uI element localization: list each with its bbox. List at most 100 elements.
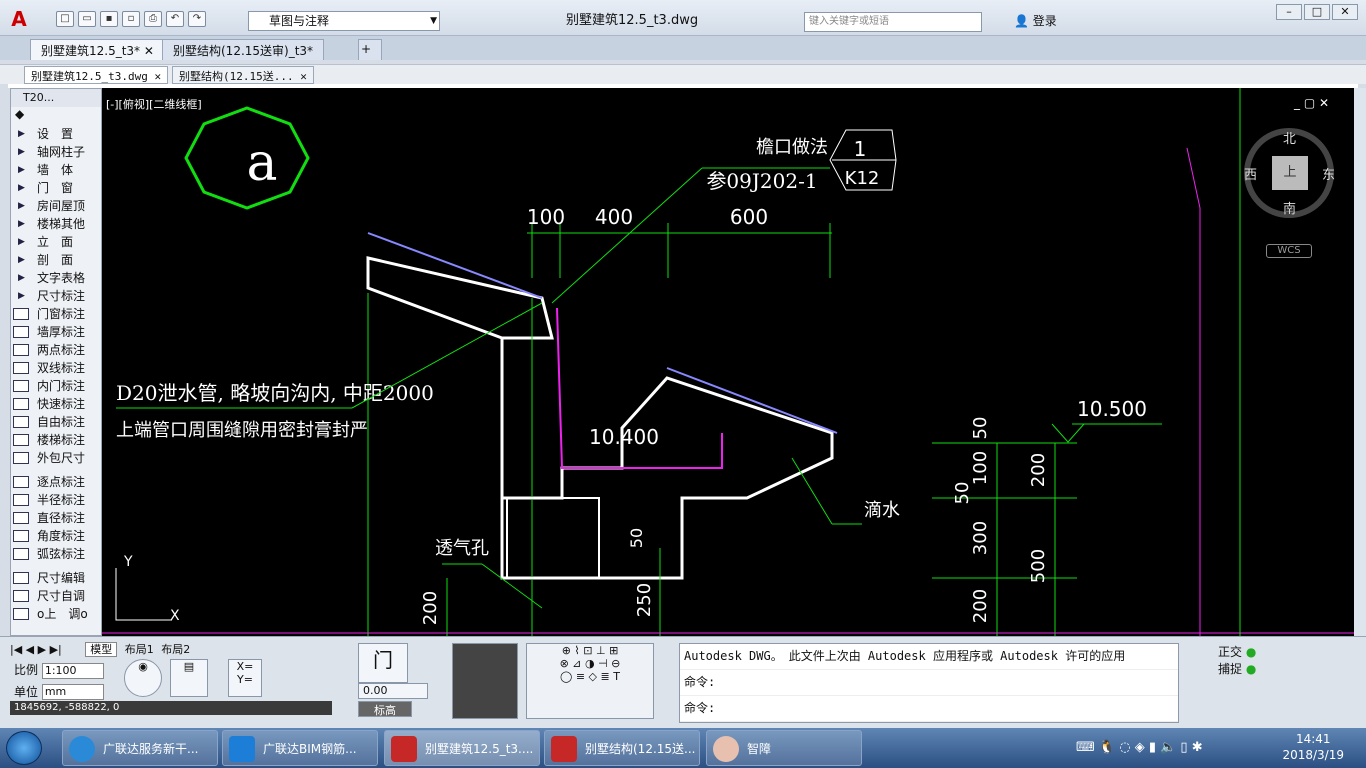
dim-right: 200 [970,589,991,623]
drawing-tab-1[interactable]: 别墅建筑12.5_t3.dwg ✕ [24,66,169,84]
dim-tool-b-0[interactable]: 逐点标注 [11,473,101,491]
viewcube-top[interactable]: 上 [1272,156,1308,190]
elevation-input[interactable]: 0.00 [358,683,428,699]
drip-label: 滴水 [864,500,900,521]
file-tab-2[interactable]: 别墅结构(12.15送审)_t3* [162,39,325,60]
dim-tool-0[interactable]: 门窗标注 [11,305,101,323]
workspace-dropdown[interactable]: 草图与注释 ▼ [248,11,440,31]
globe-icon[interactable]: ◉ [124,659,162,697]
menu-item-0[interactable]: ▶ 设 置 [11,125,101,143]
dim-tool-5[interactable]: 快速标注 [11,395,101,413]
bottom-panel: |◀ ◀ ▶ ▶| 模型 布局1 布局2 比例 1:100 单位 mm ◉ ▤ … [0,636,1366,728]
dim-tool-6[interactable]: 自由标注 [11,413,101,431]
new-file-icon[interactable]: □ [56,11,74,27]
minimize-icon[interactable]: – [1276,4,1302,20]
tab-layout1[interactable]: 布局1 [125,643,154,656]
dim-tool-4[interactable]: 内门标注 [11,377,101,395]
dimension-tool-icon [13,344,29,356]
search-input[interactable]: 键入关键字或短语 [804,12,982,32]
menu-item-6[interactable]: ▶ 立 面 [11,233,101,251]
dim-right: 50 [952,482,973,505]
login-button[interactable]: 👤 登录 [1014,12,1057,29]
menu-item-3[interactable]: ▶ 门 窗 [11,179,101,197]
close-icon[interactable]: ✕ [1332,4,1358,20]
drawing-tab-2[interactable]: 别墅结构(12.15送... ✕ [172,66,314,84]
menu-item-1[interactable]: ▶ 轴网柱子 [11,143,101,161]
viewcube-south[interactable]: 南 [1283,198,1296,217]
system-tray[interactable]: ⌨ 🐧 ◌ ◈ ▮ 🔈 ▯ ✱ [1076,740,1203,755]
task-chat[interactable]: 智障 [706,730,862,766]
task-autocad-struct[interactable]: 别墅结构(12.15送... [544,730,700,766]
vertical-scrollbar[interactable] [1354,88,1366,636]
elevation-label[interactable]: 标高 [358,701,412,717]
tool-grid-icon[interactable]: ⊕ ⌇ ⊡ ⊥ ⊞ ⊗ ⊿ ◑ ⊣ ⊖ ◯ ≡ ◇ ≣ T [526,643,654,719]
start-button[interactable] [6,731,42,765]
menu-item-8[interactable]: ▶ 文字表格 [11,269,101,287]
dimension-tool-icon [13,326,29,338]
redo-icon[interactable]: ↷ [188,11,206,27]
viewcube-north[interactable]: 北 [1283,128,1296,147]
print-icon[interactable]: ⎙ [144,11,162,27]
dim-tool-b-2[interactable]: 直径标注 [11,509,101,527]
clock[interactable]: 14:41 2018/3/19 [1282,731,1344,763]
dim-tool-1[interactable]: 墙厚标注 [11,323,101,341]
task-glodon-service[interactable]: 广联达服务新干... [62,730,218,766]
dim-tool-3[interactable]: 双线标注 [11,359,101,377]
door-tool-icon[interactable]: 门 [358,643,408,683]
elevation-label: 10.500 [1077,397,1147,421]
new-tab-icon[interactable]: + [358,39,382,60]
panel-title: T20... [11,89,101,107]
drawing-tab-bar: 别墅建筑12.5_t3.dwg ✕ 别墅结构(12.15送... ✕ [0,64,1366,84]
dim-tool-b-1[interactable]: 半径标注 [11,491,101,509]
detail-num: 1 [854,137,867,161]
viewport-controls[interactable]: _ ▢ ✕ [1294,96,1329,110]
dim-tool-c-2[interactable]: o上 调o [11,605,101,623]
viewcube[interactable]: 北 南 西 东 上 [1244,128,1335,218]
dim-tool-c-1[interactable]: 尺寸自调 [11,587,101,605]
ortho-toggle[interactable]: 正交 ● [1218,643,1256,660]
xy-formula-icon[interactable]: X= Y= [228,659,262,697]
tab-layout2[interactable]: 布局2 [161,643,190,656]
autocad-logo-icon[interactable]: A [8,8,30,30]
collapse-icon[interactable]: ◆ [11,107,101,125]
dimension-tool-icon [13,452,29,464]
menu-item-4[interactable]: ▶ 房间屋顶 [11,197,101,215]
dim-tool-7[interactable]: 楼梯标注 [11,431,101,449]
autocad-icon [391,736,417,762]
viewcube-west[interactable]: 西 [1244,164,1257,183]
task-glodon-bim[interactable]: 广联达BIM钢筋... [222,730,378,766]
wcs-button[interactable]: WCS [1266,244,1312,258]
command-input[interactable]: 命令: [680,696,1178,722]
open-folder-icon[interactable]: ▭ [78,11,96,27]
unit-select[interactable]: mm [41,684,104,700]
snap-toggle[interactable]: 捕捉 ● [1218,660,1256,677]
command-window[interactable]: Autodesk DWG。 此文件上次由 Autodesk 应用程序或 Auto… [679,643,1179,723]
save-icon[interactable]: ▪ [100,11,118,27]
scale-select[interactable]: 1:100 [41,662,104,679]
viewcube-east[interactable]: 东 [1322,164,1335,183]
dim-right: 500 [1028,549,1049,583]
menu-item-9[interactable]: ▶ 尺寸标注 [11,287,101,305]
dim-tool-c-0[interactable]: 尺寸编辑 [11,569,101,587]
tab-model[interactable]: 模型 [85,642,118,657]
menu-item-2[interactable]: ▶ 墙 体 [11,161,101,179]
dimension-tool-icon [13,476,29,488]
preview-panel[interactable] [452,643,518,719]
dim-left: 250 [634,583,655,617]
drawing-canvas[interactable]: [-][俯视][二维线框] a 檐口做法 参09J202-1 1 K12 100… [102,88,1354,636]
maximize-icon[interactable]: □ [1304,4,1330,20]
dim-tool-b-3[interactable]: 角度标注 [11,527,101,545]
file-tab-1[interactable]: 别墅建筑12.5_t3* ✕ [30,39,165,60]
task-autocad-arch[interactable]: 别墅建筑12.5_t3.... [384,730,540,766]
dim-tool-b-4[interactable]: 弧弦标注 [11,545,101,563]
dim-top: 400 [595,205,633,229]
save-as-icon[interactable]: ▫ [122,11,140,27]
tangent-menu-panel: T20... ◆ ▶ 设 置 ▶ 轴网柱子 ▶ 墙 体 ▶ 门 窗 ▶ 房间屋顶 ▶ 楼梯其他 ▶ 立 面… [10,88,102,636]
layout-icon[interactable]: ▤ [170,659,208,697]
undo-icon[interactable]: ↶ [166,11,184,27]
menu-item-5[interactable]: ▶ 楼梯其他 [11,215,101,233]
dim-tool-8[interactable]: 外包尺寸 [11,449,101,467]
dim-tool-2[interactable]: 两点标注 [11,341,101,359]
menu-item-7[interactable]: ▶ 剖 面 [11,251,101,269]
layout-nav-icon[interactable]: |◀ ◀ ▶ ▶| [10,643,62,656]
